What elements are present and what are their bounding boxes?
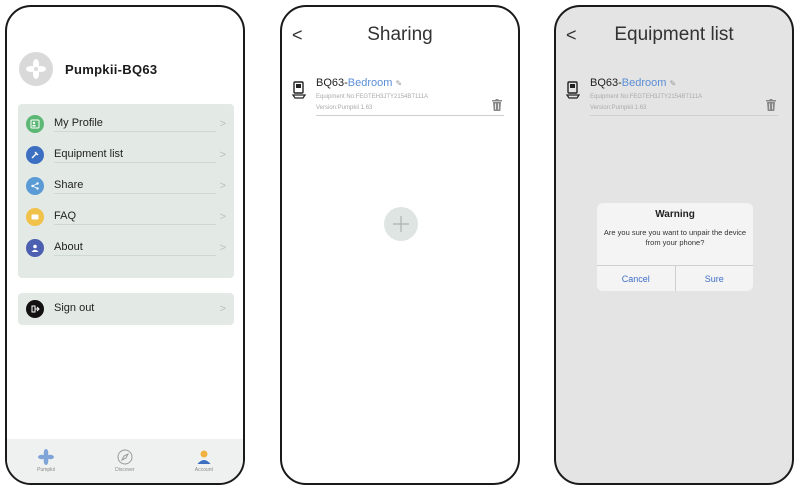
sharing-screen: Sharing < BQ63-Bedroom ✎ Equipment No:FEG… [280,5,520,485]
tab-label: Account [194,467,213,473]
menu-item-equipment-list[interactable]: Equipment list > [26,143,226,167]
tab-account[interactable]: Account [195,449,213,473]
menu-item-label: FAQ [54,210,216,225]
dialog-actions: Cancel Sure [597,265,753,291]
tab-discover[interactable]: Discover [115,449,135,473]
device-version: Version:Pumpkii 1.63 [316,105,373,111]
signout-card: Sign out > [18,293,234,325]
dialog-message: Are you sure you want to unpair the devi… [603,228,747,247]
chevron-right-icon: > [219,180,226,192]
feeder-device-icon [292,81,306,99]
plus-icon [393,216,409,232]
device-item[interactable]: BQ63-Bedroom ✎ Equipment No:FEGTEH3JTY215… [292,75,504,119]
device-model: BQ63- [316,77,348,89]
edit-pencil-icon[interactable]: ✎ [395,79,402,88]
page-title: Sharing [367,24,433,45]
cancel-button[interactable]: Cancel [597,266,675,291]
chevron-right-icon: > [219,303,226,315]
dialog-title: Warning [655,209,695,220]
menu-item-label: About [54,241,216,256]
signout-icon [26,300,44,318]
device-version: Version:Pumpkii 1.63 [590,105,647,111]
account-icon [197,450,211,464]
feeder-device-icon [566,81,580,99]
chevron-right-icon: > [219,149,226,161]
tab-label: Discover [115,467,135,473]
menu-item-label: My Profile [54,117,216,132]
device-model: BQ63- [590,77,622,89]
device-location[interactable]: Bedroom [348,77,393,89]
avatar[interactable] [19,52,53,86]
divider [590,115,778,116]
trash-icon[interactable] [766,99,776,111]
device-location[interactable]: Bedroom [622,77,667,89]
equipment-list-screen: Equipment list < BQ63-Bedroom ✎ Equipment… [554,5,794,485]
menu-item-label: Share [54,179,216,194]
menu-item-share[interactable]: Share > [26,174,226,198]
device-name: BQ63-Bedroom ✎ [590,77,676,89]
menu-item-about[interactable]: About > [26,236,226,260]
divider [316,115,504,116]
sure-button[interactable]: Sure [674,266,754,291]
sign-out-button[interactable]: Sign out > [26,297,226,321]
device-item[interactable]: BQ63-Bedroom ✎ Equipment No:FEGTEH3JTY215… [566,75,778,119]
menu-item-label: Equipment list [54,148,216,163]
edit-pencil-icon[interactable]: ✎ [669,79,676,88]
page-title: Equipment list [614,24,734,45]
trash-icon[interactable] [492,99,502,111]
equipment-number: Equipment No:FEGTEH3JTY2154BT111A [590,94,703,100]
menu-item-faq[interactable]: FAQ > [26,205,226,229]
back-button[interactable]: < [292,25,303,46]
profile-header: Pumpkii-BQ63 [19,52,157,86]
menu-item-my-profile[interactable]: My Profile > [26,112,226,136]
menu-card: My Profile > Equipment list > Share > FA… [18,104,234,278]
compass-icon [117,449,133,465]
equipment-icon [26,146,44,164]
chevron-right-icon: > [219,242,226,254]
pumpkii-tab-icon [38,449,54,465]
tab-label: Pumpkii [37,467,55,473]
device-name: BQ63-Bedroom ✎ [316,77,402,89]
share-icon [26,177,44,195]
fan-logo-icon [26,59,46,79]
tab-pumpkii[interactable]: Pumpkii [37,449,55,473]
chevron-right-icon: > [219,118,226,130]
equipment-number: Equipment No:FEGTEH3JTY2154BT111A [316,94,429,100]
about-icon [26,239,44,257]
account-screen: Pumpkii-BQ63 My Profile > Equipment list… [5,5,245,485]
faq-icon [26,208,44,226]
username: Pumpkii-BQ63 [65,61,158,77]
menu-item-label: Sign out [54,302,95,314]
profile-icon [26,115,44,133]
add-share-button[interactable] [384,207,418,241]
back-button[interactable]: < [566,25,577,46]
chevron-right-icon: > [219,211,226,223]
warning-dialog: Warning Are you sure you want to unpair … [597,203,753,291]
bottom-tab-bar: Pumpkii Discover Account [7,439,243,483]
